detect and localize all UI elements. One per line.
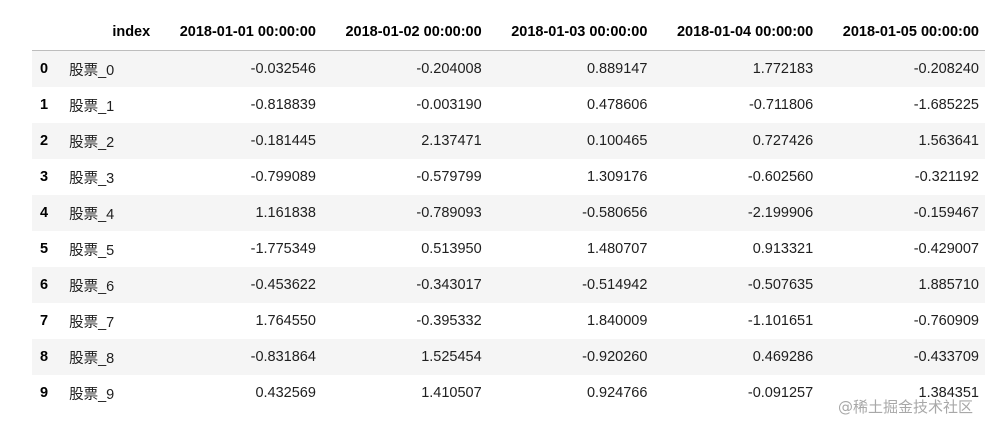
value-cell: -0.799089 xyxy=(250,169,316,185)
value-cell: -0.395332 xyxy=(416,313,482,329)
row-index: 2 xyxy=(40,133,49,149)
row-index: 1 xyxy=(40,97,49,113)
value-cell: 2.137471 xyxy=(421,133,482,149)
table-header: index 2018-01-01 00:00:00 2018-01-02 00:… xyxy=(32,14,985,51)
row-index: 6 xyxy=(40,277,49,293)
watermark: @稀土掘金技术社区 xyxy=(837,398,973,416)
value-cell: -0.204008 xyxy=(416,61,482,77)
value-cell: -0.032546 xyxy=(250,61,316,77)
table-row: 7 股票_7 1.764550 -0.395332 1.840009 -1.101651 -… xyxy=(32,303,985,339)
table-row: 0 股票_0 -0.032546 -0.204008 0.889147 1.772183 -… xyxy=(32,50,985,87)
stock-name-cell: 股票_5 xyxy=(69,242,115,259)
value-cell: -0.003190 xyxy=(416,97,482,113)
stock-name-cell: 股票_3 xyxy=(69,170,115,187)
value-cell: -0.514942 xyxy=(582,277,648,293)
stock-name-cell: 股票_2 xyxy=(69,134,115,151)
value-cell: -0.321192 xyxy=(914,169,979,185)
value-cell: -0.507635 xyxy=(747,277,814,293)
value-cell: -0.711806 xyxy=(748,97,814,113)
row-index: 5 xyxy=(40,241,49,257)
value-cell: -0.343017 xyxy=(416,277,482,293)
stock-name-cell: 股票_0 xyxy=(69,62,115,79)
value-cell: -0.208240 xyxy=(913,61,979,77)
table-row: 2 股票_2 -0.181445 2.137471 0.100465 0.727426 1.… xyxy=(32,123,985,159)
value-cell: 1.885710 xyxy=(918,277,979,293)
column-header-date-4: 2018-01-04 00:00:00 xyxy=(653,14,820,51)
stock-name-cell: 股票_7 xyxy=(69,314,115,331)
table-row: 5 股票_5 -1.775349 0.513950 1.480707 0.913321 -0… xyxy=(32,231,985,267)
stock-name-cell: 股票_1 xyxy=(69,98,115,115)
row-index: 8 xyxy=(40,349,49,365)
value-cell: -0.433709 xyxy=(913,349,979,365)
column-header-date-5: 2018-01-05 00:00:00 xyxy=(819,14,985,51)
stock-name-cell: 股票_9 xyxy=(69,386,115,403)
row-index: 3 xyxy=(40,169,49,185)
value-cell: -0.818839 xyxy=(250,97,316,113)
value-cell: -1.101651 xyxy=(747,313,814,329)
value-cell: 1.840009 xyxy=(586,313,648,329)
value-cell: -2.199906 xyxy=(747,205,814,221)
value-cell: 0.889147 xyxy=(586,61,648,77)
value-cell: -0.159467 xyxy=(913,205,979,221)
value-cell: 1.161838 xyxy=(255,205,316,221)
stock-name-cell: 股票_6 xyxy=(69,278,115,295)
table-row: 8 股票_8 -0.831864 1.525454 -0.920260 0.469286 -… xyxy=(32,339,985,375)
value-cell: 0.432569 xyxy=(255,385,316,401)
value-cell: 1.309176 xyxy=(586,169,648,185)
stock-name-cell: 股票_8 xyxy=(69,350,115,367)
value-cell: 1.525454 xyxy=(421,349,482,365)
table-row: 3 股票_3 -0.799089 -0.579799 1.309176 -0.602560… xyxy=(32,159,985,195)
value-cell: 1.772183 xyxy=(752,61,814,77)
value-cell: 0.478606 xyxy=(586,97,648,113)
table-row: 1 股票_1 -0.818839 -0.003190 0.478606 -0.711806… xyxy=(32,87,985,123)
value-cell: -0.181445 xyxy=(250,133,316,149)
value-cell: -0.920260 xyxy=(582,349,648,365)
value-cell: 0.469286 xyxy=(752,349,814,365)
value-cell: -0.429007 xyxy=(913,241,979,257)
value-cell: 1.563641 xyxy=(918,133,979,149)
value-cell: 1.764550 xyxy=(255,313,316,329)
value-cell: 0.913321 xyxy=(752,241,814,257)
value-cell: 0.513950 xyxy=(421,241,482,257)
value-cell: -1.685225 xyxy=(913,97,979,113)
table-row: 4 股票_4 1.161838 -0.789093 -0.580656 -2.199906… xyxy=(32,195,985,231)
table-row: 6 股票_6 -0.453622 -0.343017 -0.514942 -0.50763… xyxy=(32,267,985,303)
value-cell: -0.579799 xyxy=(416,169,482,185)
row-index: 4 xyxy=(40,205,49,221)
value-cell: -0.580656 xyxy=(582,205,648,221)
row-index: 7 xyxy=(40,313,49,329)
column-header-index: index xyxy=(65,14,157,51)
value-cell: -1.775349 xyxy=(250,241,316,257)
value-cell: 0.727426 xyxy=(752,133,814,149)
value-cell: 1.410507 xyxy=(421,385,482,401)
value-cell: -0.760909 xyxy=(913,313,979,329)
column-header-date-1: 2018-01-01 00:00:00 xyxy=(156,14,322,51)
value-cell: -0.831864 xyxy=(250,349,316,365)
value-cell: 0.924766 xyxy=(586,385,648,401)
column-header-date-3: 2018-01-03 00:00:00 xyxy=(487,14,654,51)
table-body: 0 股票_0 -0.032546 -0.204008 0.889147 1.772183 -… xyxy=(32,50,985,412)
value-cell: -0.453622 xyxy=(250,277,316,293)
value-cell: -0.789093 xyxy=(416,205,482,221)
column-header-date-2: 2018-01-02 00:00:00 xyxy=(321,14,488,51)
value-cell: 0.100465 xyxy=(586,133,648,149)
header-corner xyxy=(32,14,66,51)
header-row: index 2018-01-01 00:00:00 2018-01-02 00:… xyxy=(32,14,985,51)
stock-name-cell: 股票_4 xyxy=(69,206,115,223)
value-cell: 1.480707 xyxy=(586,241,648,257)
value-cell: -0.602560 xyxy=(747,169,814,185)
row-index: 9 xyxy=(40,385,49,401)
value-cell: -0.091257 xyxy=(747,385,814,401)
row-index: 0 xyxy=(40,61,49,77)
dataframe-table: index 2018-01-01 00:00:00 2018-01-02 00:… xyxy=(32,14,985,411)
